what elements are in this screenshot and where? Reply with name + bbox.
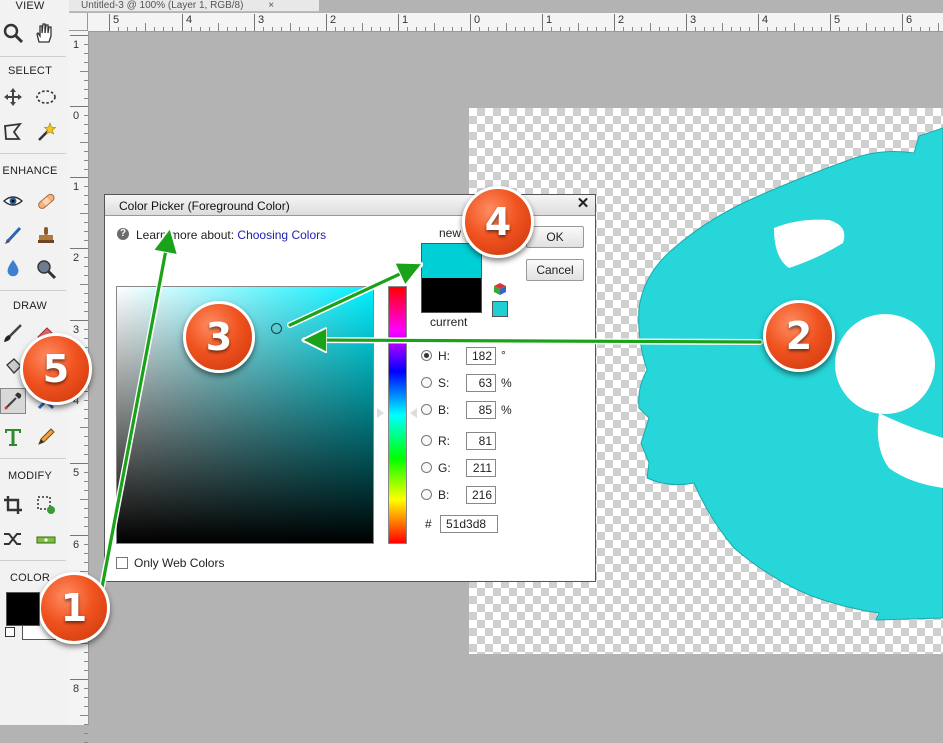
arrow-2 [308,340,762,342]
callout-3: 3 [183,301,255,373]
arrow-1 [98,234,169,600]
callout-5: 5 [20,333,92,405]
callout-1: 1 [38,572,110,644]
foreground-color-swatch[interactable] [6,592,40,626]
callout-4: 4 [462,186,534,258]
arrow-3 [288,266,417,327]
callout-2: 2 [763,300,835,372]
